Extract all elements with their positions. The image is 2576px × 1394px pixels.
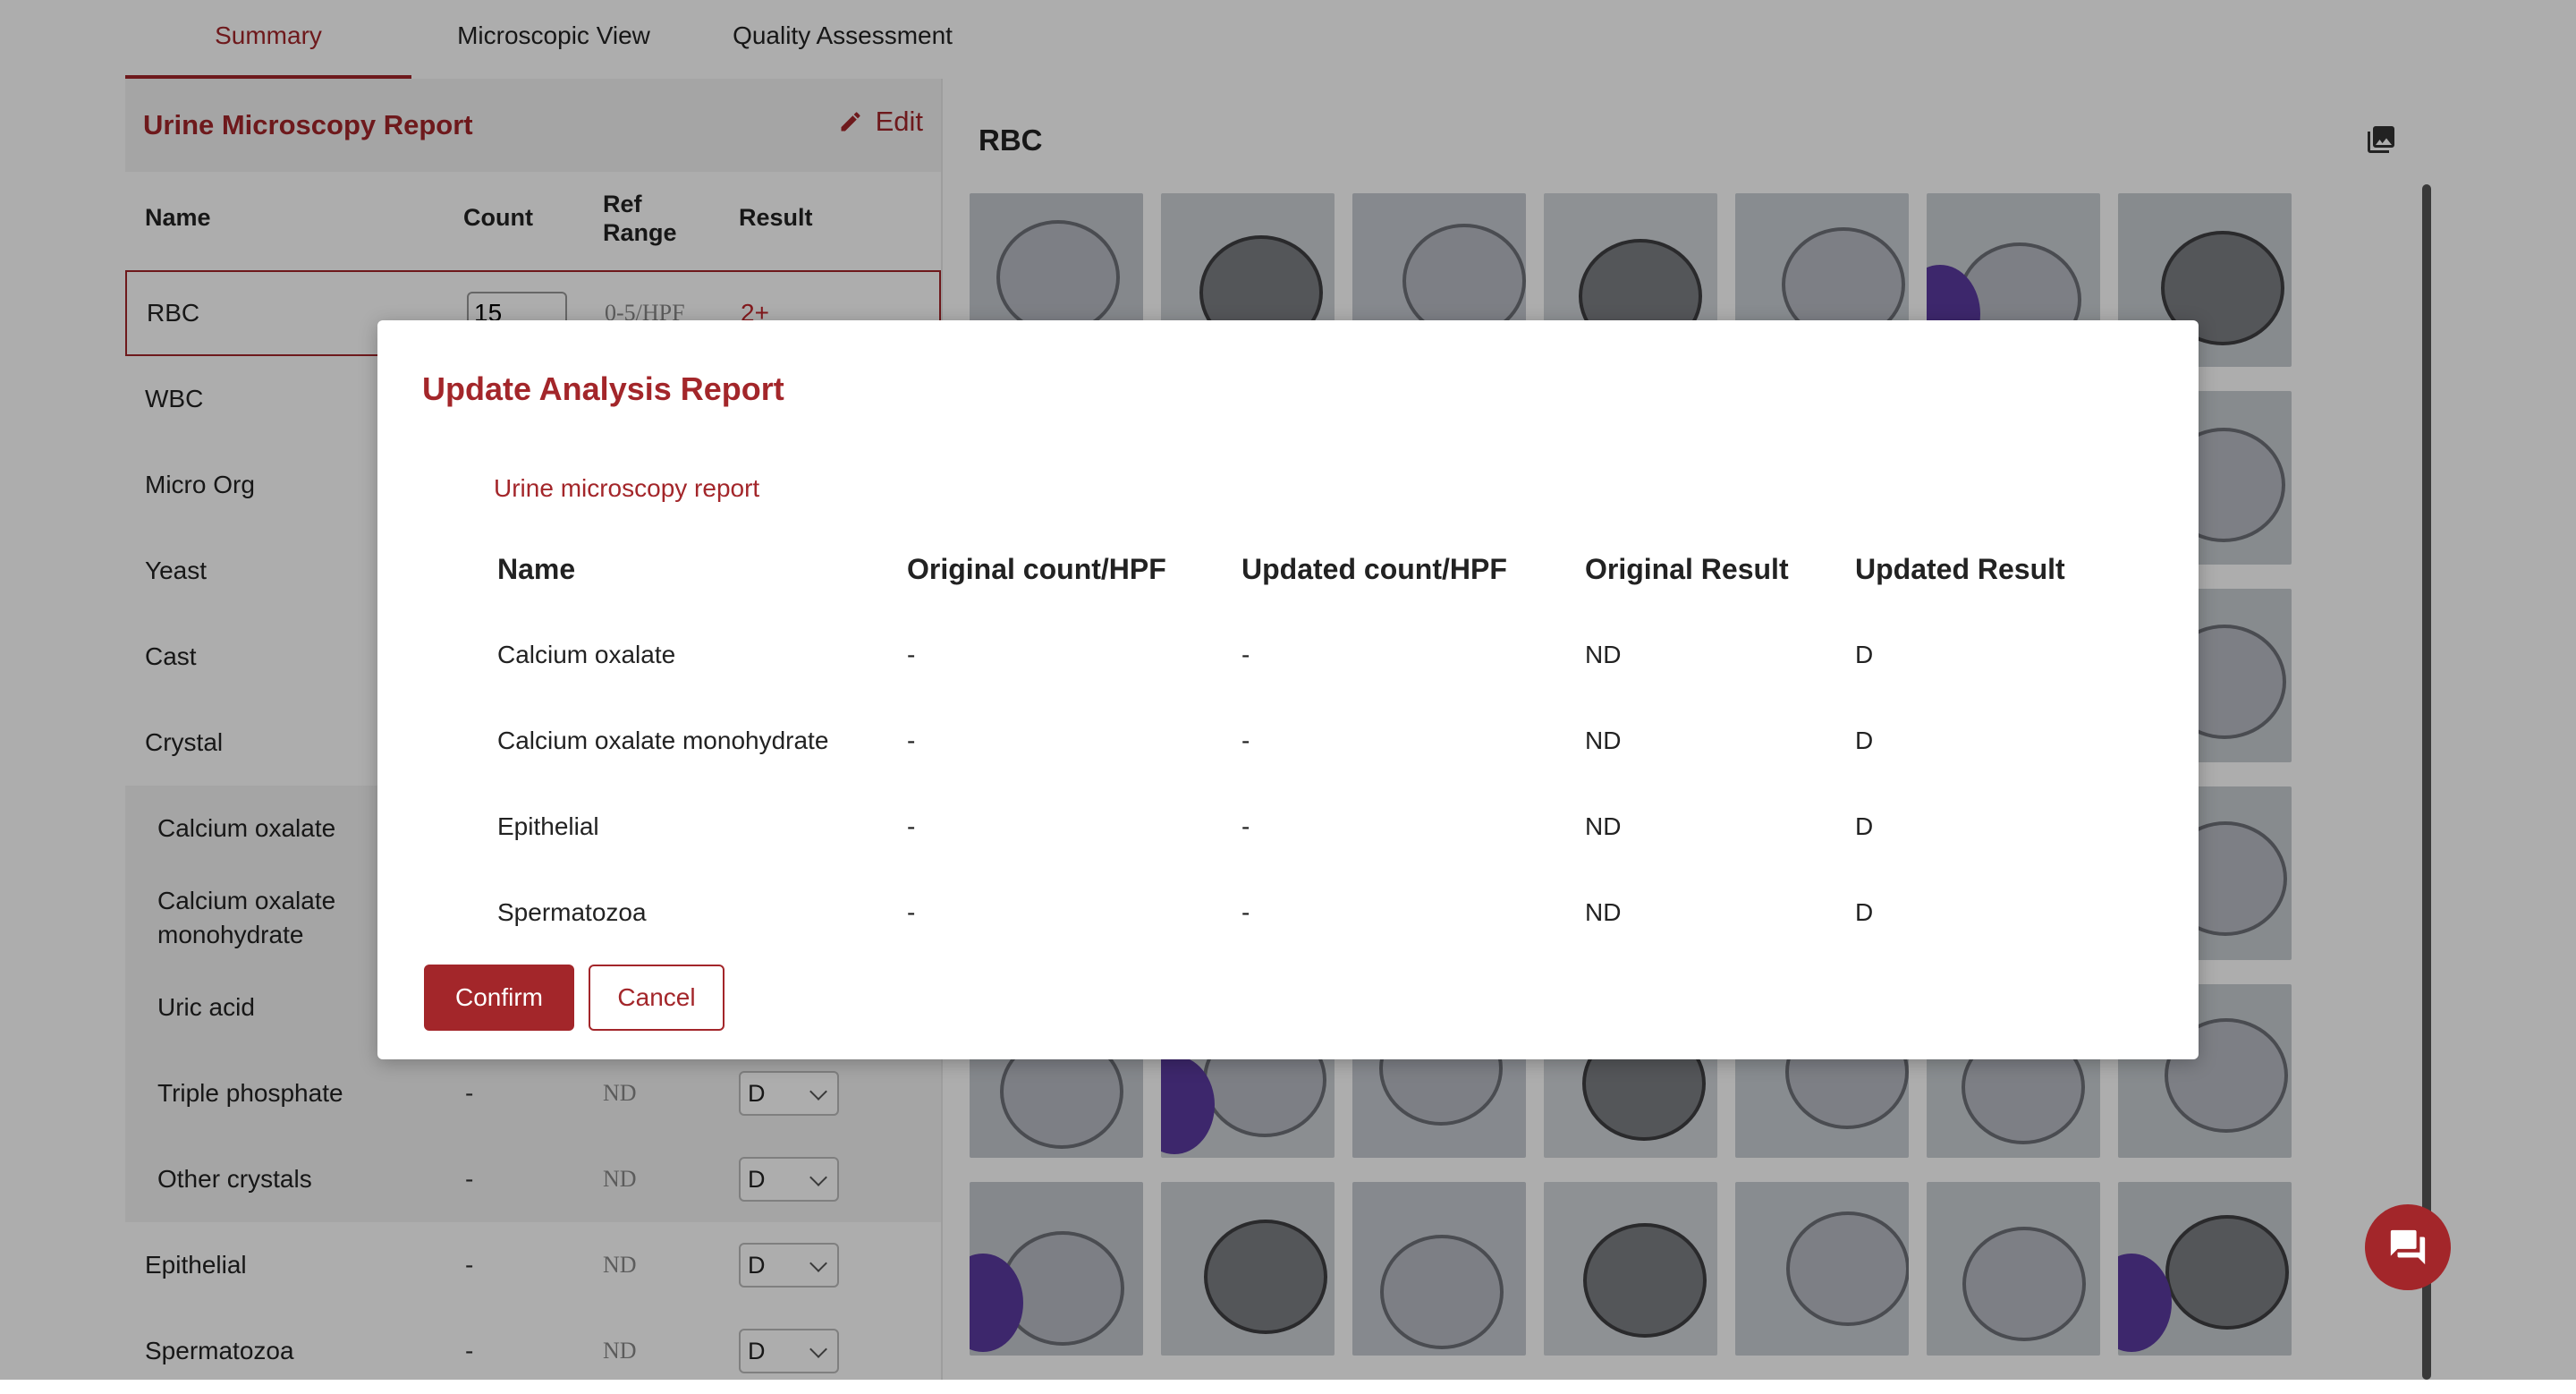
cell-original-result: ND	[1585, 898, 1622, 926]
chat-icon	[2390, 1229, 2426, 1265]
update-report-dialog: Update Analysis Report Urine microscopy …	[377, 320, 2199, 1059]
update-table: Name Original count/HPF Updated count/HP…	[497, 526, 2107, 956]
header-updated-count: Updated count/HPF	[1241, 553, 1507, 585]
cell-name: Calcium oxalate	[497, 641, 676, 668]
cell-original-result: ND	[1585, 812, 1622, 840]
header-original-result: Original Result	[1585, 553, 1789, 585]
cell-updated-result: D	[1855, 727, 1874, 754]
cell-name: Epithelial	[497, 812, 599, 840]
confirm-button[interactable]: Confirm	[424, 965, 574, 1031]
cell-updated-count: -	[1241, 898, 1250, 926]
cell-updated-count: -	[1241, 812, 1250, 840]
cell-original-count: -	[907, 812, 916, 840]
chat-button[interactable]	[2365, 1204, 2451, 1290]
cell-original-count: -	[907, 641, 916, 668]
cell-updated-result: D	[1855, 812, 1874, 840]
header-name: Name	[497, 553, 576, 585]
cell-updated-result: D	[1855, 641, 1874, 668]
cancel-button[interactable]: Cancel	[589, 965, 724, 1031]
cell-original-result: ND	[1585, 727, 1622, 754]
cell-original-result: ND	[1585, 641, 1622, 668]
cell-name: Spermatozoa	[497, 898, 647, 926]
header-original-count: Original count/HPF	[907, 553, 1166, 585]
table-row: Calcium oxalate - - ND D	[497, 612, 2107, 698]
cell-name: Calcium oxalate monohydrate	[497, 727, 829, 754]
table-header: Name Original count/HPF Updated count/HP…	[497, 526, 2107, 612]
table-row: Spermatozoa - - ND D	[497, 870, 2107, 956]
table-row: Epithelial - - ND D	[497, 784, 2107, 870]
table-row: Calcium oxalate monohydrate - - ND D	[497, 698, 2107, 784]
cell-updated-result: D	[1855, 898, 1874, 926]
cell-original-count: -	[907, 898, 916, 926]
dialog-subtitle: Urine microscopy report	[494, 474, 760, 502]
dialog-title: Update Analysis Report	[422, 370, 784, 407]
cell-updated-count: -	[1241, 641, 1250, 668]
cell-updated-count: -	[1241, 727, 1250, 754]
header-updated-result: Updated Result	[1855, 553, 2065, 585]
cell-original-count: -	[907, 727, 916, 754]
